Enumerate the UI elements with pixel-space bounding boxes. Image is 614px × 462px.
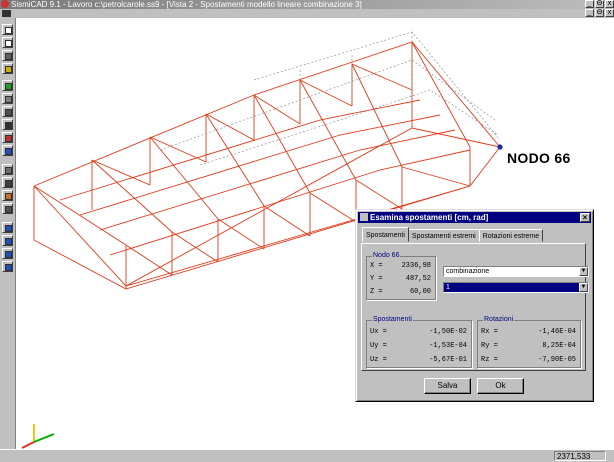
binoculars-icon[interactable] bbox=[2, 106, 13, 117]
minimize-button[interactable]: _ bbox=[585, 0, 594, 8]
new-document-icon[interactable] bbox=[2, 24, 13, 35]
window-split-icon-glyph bbox=[5, 238, 12, 245]
dialog-app-icon bbox=[360, 213, 368, 221]
shape-icon[interactable] bbox=[2, 80, 13, 91]
rotations-group: Rotazioni Rx = -1,46E-04 Ry = 8,25E-04 Rz … bbox=[477, 315, 581, 368]
document-menu-icon[interactable] bbox=[2, 10, 11, 17]
grid-icon[interactable] bbox=[2, 190, 13, 201]
combination-number-select[interactable]: 1 ▼ bbox=[443, 282, 589, 293]
grid-icon-glyph bbox=[5, 193, 12, 200]
export-icon[interactable] bbox=[2, 261, 13, 272]
window-split-icon[interactable] bbox=[2, 235, 13, 246]
edit-pencil-icon-glyph bbox=[5, 66, 12, 73]
app-title: SismiCAD 9.1 - Lavoro c:\petrolcarole.ss… bbox=[11, 0, 362, 9]
app-logo-icon bbox=[1, 0, 9, 8]
menu-bar: _ Θ x bbox=[0, 9, 614, 18]
edit-pencil-icon[interactable] bbox=[2, 63, 13, 74]
axis-triad-icon bbox=[21, 424, 55, 449]
gear-tool-icon-glyph bbox=[5, 96, 12, 103]
tab-spostamenti-estremi[interactable]: Spostamenti estremi bbox=[407, 229, 480, 242]
combination-type-select[interactable]: combinazione ▼ bbox=[443, 266, 589, 277]
chevron-down-icon[interactable]: ▼ bbox=[579, 283, 588, 292]
close-button[interactable]: x bbox=[605, 0, 614, 8]
doc-minimize-button[interactable]: _ bbox=[585, 9, 594, 17]
layers-icon[interactable] bbox=[2, 177, 13, 188]
dialog-title-bar: Esamina spostamenti [cm, rad] × bbox=[358, 212, 591, 223]
shape-icon-glyph bbox=[5, 83, 12, 90]
copy-document-icon[interactable] bbox=[2, 37, 13, 48]
doc-restore-button[interactable]: Θ bbox=[595, 9, 604, 17]
title-window-controls: _ Θ x bbox=[585, 0, 614, 8]
displacements-dialog: Esamina spostamenti [cm, rad] × Spostame… bbox=[355, 209, 594, 402]
binoculars-icon-glyph bbox=[5, 109, 12, 116]
dialog-close-button[interactable]: × bbox=[580, 213, 590, 222]
eraser-icon-glyph bbox=[5, 135, 12, 142]
gear-tool-icon[interactable] bbox=[2, 93, 13, 104]
rotations-group-title: Rotazioni bbox=[483, 315, 515, 325]
window-icon-glyph bbox=[5, 225, 12, 232]
eraser-icon[interactable] bbox=[2, 132, 13, 143]
left-toolbar bbox=[0, 18, 16, 449]
export-icon-glyph bbox=[5, 264, 12, 271]
dialog-tabs: Spostamenti Spostamenti estremi Rotazion… bbox=[362, 227, 544, 243]
window-icon[interactable] bbox=[2, 222, 13, 233]
status-bar: 2371,533 bbox=[0, 449, 614, 462]
title-bar: SismiCAD 9.1 - Lavoro c:\petrolcarole.ss… bbox=[0, 0, 614, 9]
save-button[interactable]: Salva bbox=[424, 378, 471, 394]
tab-spostamenti[interactable]: Spostamenti bbox=[362, 227, 409, 242]
node-label: NODO 66 bbox=[507, 150, 571, 166]
status-coordinate: 2371,533 bbox=[554, 451, 606, 461]
zoom-icon[interactable] bbox=[2, 119, 13, 130]
window-tile-icon[interactable] bbox=[2, 248, 13, 259]
target-icon-glyph bbox=[5, 148, 12, 155]
tab-rotazioni-estreme[interactable]: Rotazioni estreme bbox=[478, 229, 544, 242]
layers-icon-glyph bbox=[5, 180, 12, 187]
window-tile-icon-glyph bbox=[5, 251, 12, 258]
tools-icon[interactable] bbox=[2, 50, 13, 61]
node-group-title: Nodo 66 bbox=[372, 251, 401, 261]
lock-icon-glyph bbox=[5, 167, 12, 174]
ok-button[interactable]: Ok bbox=[477, 378, 524, 394]
doc-close-button[interactable]: x bbox=[605, 9, 614, 17]
node-icon[interactable] bbox=[2, 203, 13, 214]
copy-document-icon-glyph bbox=[5, 40, 12, 47]
node-66-marker[interactable] bbox=[497, 144, 503, 150]
dialog-title: Esamina spostamenti [cm, rad] bbox=[370, 213, 489, 222]
zoom-icon-glyph bbox=[5, 122, 12, 129]
target-icon[interactable] bbox=[2, 145, 13, 156]
new-document-icon-glyph bbox=[5, 27, 12, 34]
node-group: Nodo 66 X = 2336,98 Y = 487,52 Z = 60,00 bbox=[366, 251, 436, 300]
node-icon-glyph bbox=[5, 206, 12, 213]
chevron-down-icon[interactable]: ▼ bbox=[579, 267, 588, 276]
tab-panel: Nodo 66 X = 2336,98 Y = 487,52 Z = 60,00 co… bbox=[361, 243, 589, 371]
tools-icon-glyph bbox=[5, 53, 12, 60]
displacements-group: Spostamenti Ux = -1,50E-02 Uy = -1,53E-04 … bbox=[366, 315, 472, 368]
restore-button[interactable]: Θ bbox=[595, 0, 604, 8]
displacements-group-title: Spostamenti bbox=[372, 315, 413, 325]
document-window-controls: _ Θ x bbox=[585, 9, 614, 17]
lock-icon[interactable] bbox=[2, 164, 13, 175]
